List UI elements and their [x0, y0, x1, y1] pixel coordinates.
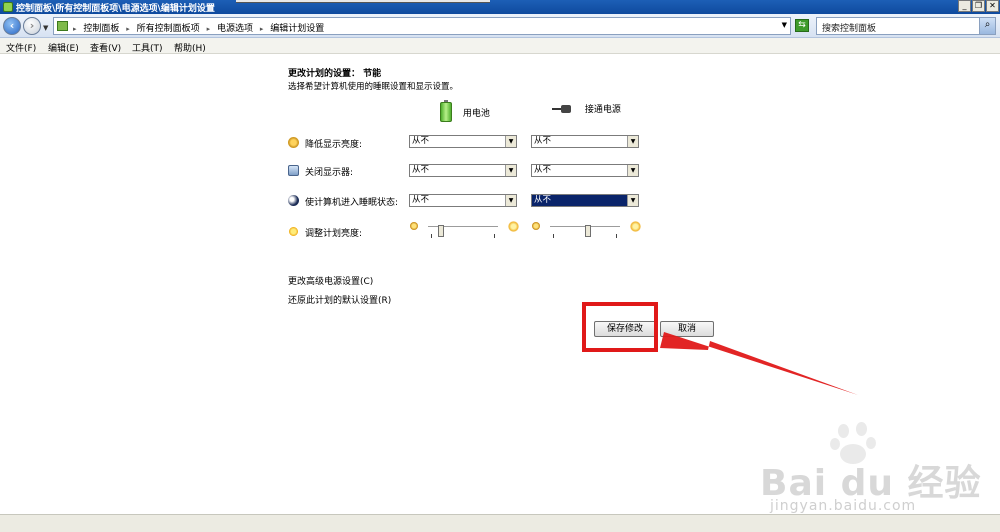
main-content: 更改计划的设置： 节能 选择希望计算机使用的睡眠设置和显示设置。 用电池 接通电…: [0, 54, 1000, 514]
menu-help[interactable]: 帮助(H): [174, 41, 206, 54]
baidu-watermark: Bai du 经验 jingyan.baidu.com: [760, 422, 990, 514]
chevron-right-icon[interactable]: ▸: [126, 25, 130, 33]
address-dropdown-icon[interactable]: ▼: [782, 21, 787, 29]
close-button[interactable]: ✕: [986, 0, 999, 12]
title-bar: 控制面板\所有控制面板项\电源选项\编辑计划设置 _ ❐ ✕: [0, 0, 1000, 14]
title-bar-divider: [236, 0, 490, 3]
back-button[interactable]: ‹: [3, 17, 21, 35]
chevron-right-icon[interactable]: ▸: [260, 25, 264, 33]
breadcrumb-item[interactable]: 电源选项: [217, 24, 253, 34]
breadcrumb-item[interactable]: 控制面板: [83, 24, 119, 34]
search-placeholder: 搜索控制面板: [822, 24, 877, 34]
breadcrumb-item[interactable]: 编辑计划设置: [270, 24, 324, 34]
chevron-right-icon[interactable]: ▸: [73, 25, 77, 33]
menu-bar: 文件(F) 编辑(E) 查看(V) 工具(T) 帮助(H): [0, 38, 1000, 54]
menu-file[interactable]: 文件(F): [6, 41, 36, 54]
chevron-right-icon[interactable]: ▸: [207, 25, 211, 33]
maximize-button[interactable]: ❐: [972, 0, 985, 12]
status-bar: [0, 514, 1000, 532]
address-toolbar: ‹ › ▼ ▸ 控制面板 ▸ 所有控制面板项 ▸ 电源选项 ▸ 编辑计划设置 ▼…: [0, 14, 1000, 38]
forward-button[interactable]: ›: [23, 17, 41, 35]
menu-edit[interactable]: 编辑(E): [48, 41, 79, 54]
menu-tools[interactable]: 工具(T): [132, 41, 163, 54]
refresh-button[interactable]: ⇆: [795, 19, 809, 32]
breadcrumb-item[interactable]: 所有控制面板项: [137, 24, 200, 34]
search-input[interactable]: 搜索控制面板 ⌕: [816, 17, 996, 35]
menu-view[interactable]: 查看(V): [90, 41, 121, 54]
window-title: 控制面板\所有控制面板项\电源选项\编辑计划设置: [16, 4, 215, 14]
minimize-button[interactable]: _: [958, 0, 971, 12]
address-bar[interactable]: ▸ 控制面板 ▸ 所有控制面板项 ▸ 电源选项 ▸ 编辑计划设置 ▼: [53, 17, 791, 35]
breadcrumb: ▸ 控制面板 ▸ 所有控制面板项 ▸ 电源选项 ▸ 编辑计划设置: [73, 21, 328, 34]
search-icon[interactable]: ⌕: [979, 18, 995, 34]
control-panel-icon: [3, 2, 13, 12]
control-panel-icon: [57, 21, 68, 31]
watermark-url: jingyan.baidu.com: [770, 498, 917, 514]
recent-pages-dropdown-icon[interactable]: ▼: [43, 24, 48, 32]
